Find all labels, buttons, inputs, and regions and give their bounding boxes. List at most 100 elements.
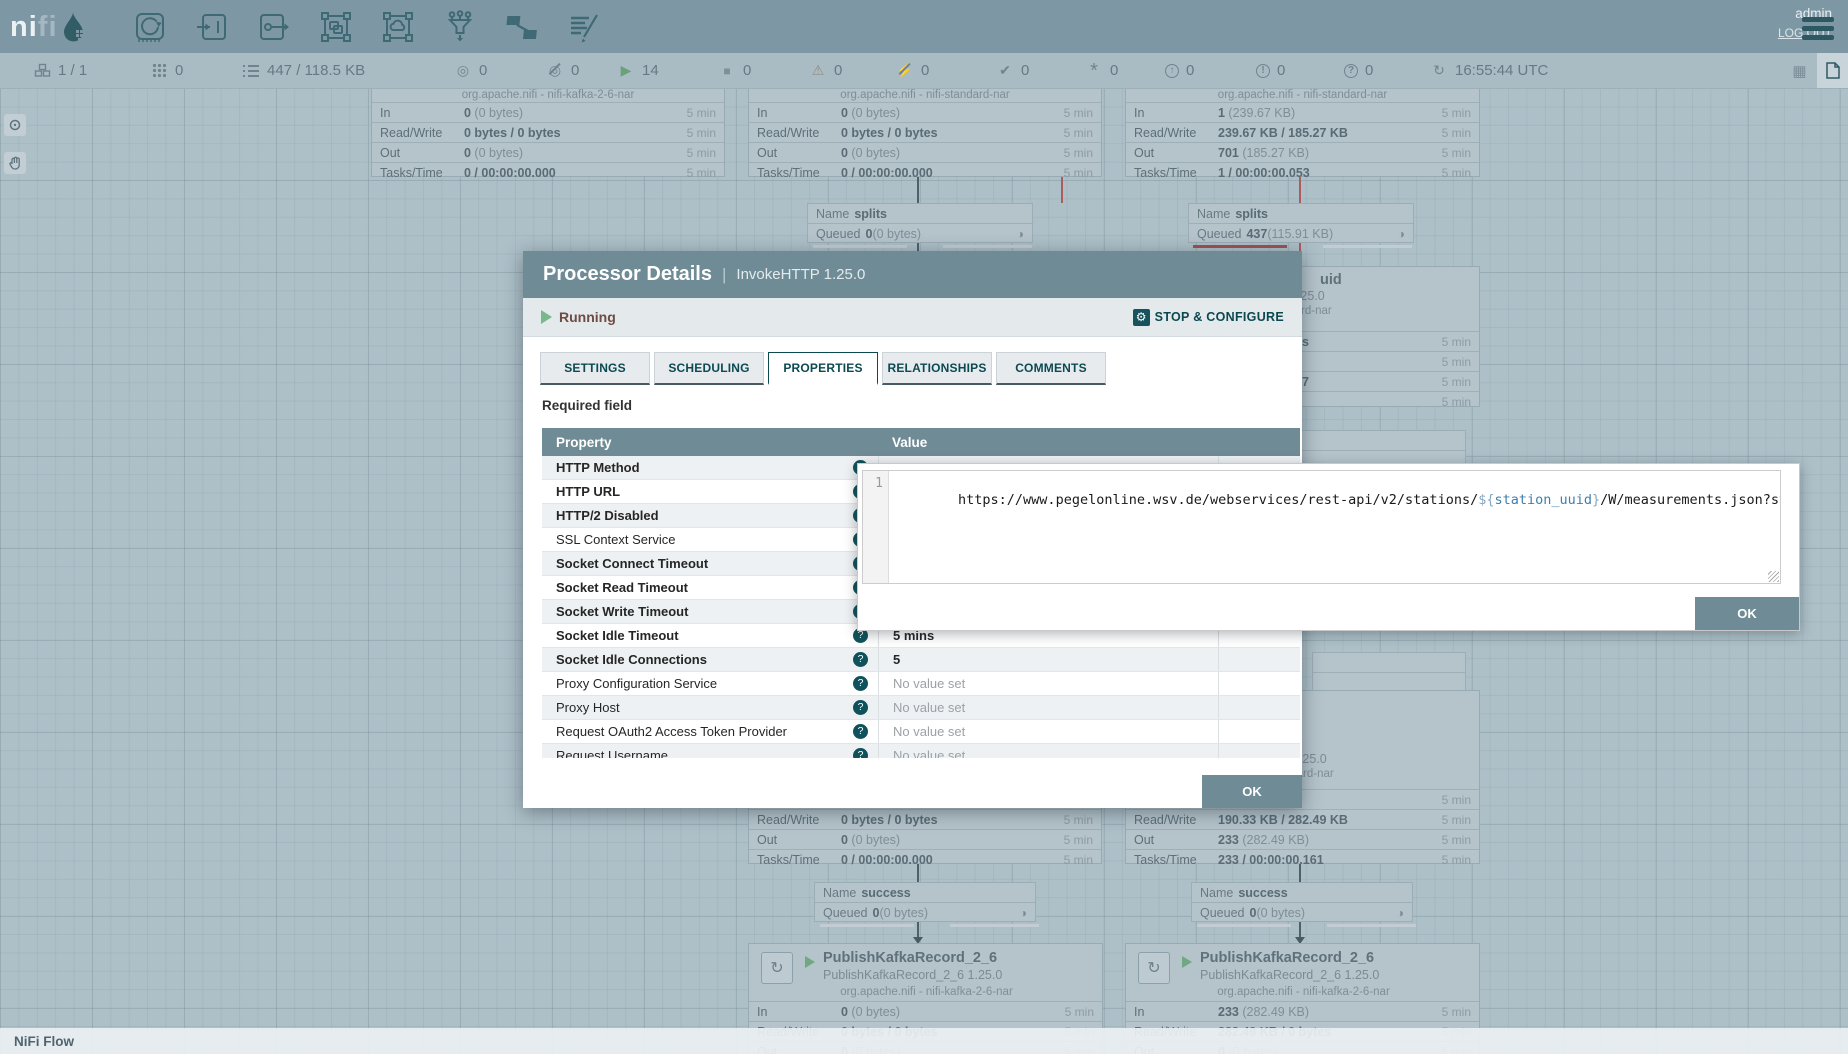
- required-field-note: Required field: [542, 398, 632, 413]
- property-name: Socket Idle Connections: [556, 652, 707, 667]
- status-up-to-date: ✔ 0: [996, 53, 1029, 88]
- operate-palette-button[interactable]: [4, 152, 26, 174]
- processor-header: ↻ PublishKafkaRecord_2_6 PublishKafkaRec…: [749, 944, 1102, 1001]
- property-row[interactable]: Request Username ? No value set: [542, 744, 1300, 758]
- breadcrumb[interactable]: NiFi Flow: [14, 1034, 74, 1049]
- status-stale: ↑ 0: [1165, 53, 1194, 88]
- processor-bundle: org.apache.nifi - nifi-kafka-2-6-nar: [1126, 986, 1481, 999]
- property-row[interactable]: Proxy Configuration Service ? No value s…: [542, 672, 1300, 696]
- dialog-title-separator: |: [722, 265, 726, 285]
- connection-label-success-right[interactable]: Namesuccess Queued0 (0 bytes)◑: [1191, 882, 1413, 922]
- queue-percent-bar: [1323, 245, 1412, 248]
- connection-label-splits-right[interactable]: Namesplits Queued437 (115.91 KB)◑: [1188, 203, 1414, 243]
- value-editor-input[interactable]: https://www.pegelonline.wsv.de/webservic…: [889, 471, 1780, 583]
- processor-name: PublishKafkaRecord_2_6: [1200, 950, 1374, 966]
- stat-row: Tasks/Time 1 / 00:00:00.053 5 min: [1126, 162, 1479, 182]
- property-row[interactable]: Request OAuth2 Access Token Provider ? N…: [542, 720, 1300, 744]
- flow-summary-button[interactable]: [1817, 53, 1848, 88]
- status-refresh[interactable]: ↻ 16:55:44 UTC: [1430, 53, 1548, 88]
- asterisk-icon: *: [1085, 66, 1103, 76]
- help-icon[interactable]: ?: [853, 748, 868, 758]
- not-transmitting-icon: ◎: [546, 62, 564, 79]
- disabled-icon: ⚡: [896, 62, 914, 79]
- drag-funnel-icon[interactable]: [441, 9, 479, 45]
- status-stopped: ■ 0: [718, 53, 751, 88]
- stat-row: Read/Write 0 bytes / 0 bytes 5 min: [749, 809, 1101, 829]
- url-segment: station_uuid: [1494, 492, 1592, 508]
- dialog-tabs: SETTINGS SCHEDULING PROPERTIES RELATIONS…: [540, 352, 1110, 385]
- question-icon: ?: [1344, 64, 1358, 78]
- property-row-end: [1218, 744, 1300, 758]
- queued-list-icon: [242, 64, 260, 78]
- queue-fill-icon: ◑: [1020, 906, 1027, 920]
- stat-row: Out 233 (282.49 KB) 5 min: [1126, 829, 1479, 849]
- help-icon[interactable]: ?: [853, 652, 868, 667]
- property-name: Proxy Host: [556, 700, 620, 715]
- drag-process-group-icon[interactable]: [317, 9, 355, 45]
- dialog-subtitle: InvokeHTTP 1.25.0: [736, 266, 865, 283]
- queue-fill-icon: ◑: [1397, 906, 1404, 920]
- birdseye-toggle-button[interactable]: ▦: [1783, 62, 1817, 80]
- resize-handle[interactable]: [1768, 571, 1779, 582]
- drag-remote-process-group-icon[interactable]: [379, 9, 417, 45]
- property-row-end: [1218, 648, 1300, 671]
- processor-type-version: PublishKafkaRecord_2_6 1.25.0: [1200, 968, 1379, 982]
- stat-row: Read/Write 0 bytes / 0 bytes 5 min: [372, 122, 724, 142]
- navigate-palette-button[interactable]: [4, 114, 26, 136]
- property-row[interactable]: Proxy Host ? No value set: [542, 696, 1300, 720]
- stat-row: In 0 (0 bytes) 5 min: [749, 102, 1101, 122]
- connection-line: [917, 177, 919, 203]
- warning-icon: ⚠: [809, 62, 827, 79]
- crosshair-icon: [8, 118, 22, 132]
- stat-row: Out 0 (0 bytes) 5 min: [749, 142, 1101, 162]
- tab[interactable]: SETTINGS: [540, 352, 650, 385]
- breadcrumb-bar: NiFi Flow: [0, 1028, 1848, 1054]
- property-value[interactable]: 5: [878, 648, 1218, 671]
- tab[interactable]: COMMENTS: [996, 352, 1106, 385]
- drag-processor-icon[interactable]: [131, 9, 169, 45]
- gear-icon: ⚙: [1133, 309, 1150, 326]
- value-editor-ok-button[interactable]: OK: [1695, 597, 1799, 630]
- url-segment: https://www.pegelonline.wsv.de/webservic…: [958, 492, 1478, 508]
- queue-percent-bar-red: [1193, 245, 1287, 248]
- property-value[interactable]: No value set: [878, 720, 1218, 743]
- property-value[interactable]: No value set: [878, 744, 1218, 758]
- processor-bundle: org.apache.nifi - nifi-kafka-2-6-nar: [749, 986, 1104, 999]
- line-number: 1: [875, 476, 883, 491]
- help-icon[interactable]: ?: [853, 700, 868, 715]
- threads-grid-icon: [150, 63, 168, 78]
- processor-type-icon: ↻: [1138, 952, 1170, 984]
- queue-percent-bar: [1327, 924, 1416, 927]
- help-icon[interactable]: ?: [853, 676, 868, 691]
- connection-label-splits-left[interactable]: Namesplits Queued0 (0 bytes)◑: [807, 203, 1033, 243]
- property-column-header: Property: [542, 435, 878, 450]
- status-bar: 1 / 1 0 447 / 118.5 KB ◎ 0 ◎ 0 ▶ 14 ■ 0 …: [0, 53, 1848, 89]
- properties-table-header: Property Value: [542, 428, 1300, 456]
- drag-template-icon[interactable]: [503, 9, 541, 45]
- stat-row: Read/Write 0 bytes / 0 bytes 5 min: [749, 122, 1101, 142]
- line-number-gutter: 1: [863, 471, 889, 583]
- stat-row: Out 701 (185.27 KB) 5 min: [1126, 142, 1479, 162]
- tab[interactable]: RELATIONSHIPS: [882, 352, 992, 385]
- help-icon[interactable]: ?: [853, 724, 868, 739]
- property-row[interactable]: Socket Idle Connections ? 5: [542, 648, 1300, 672]
- property-name: HTTP/2 Disabled: [556, 508, 659, 523]
- exclamation-icon: !: [1256, 64, 1270, 78]
- drag-input-port-icon[interactable]: [193, 9, 231, 45]
- dialog-ok-button[interactable]: OK: [1202, 775, 1302, 808]
- tab[interactable]: SCHEDULING: [654, 352, 764, 385]
- stat-row: Tasks/Time 0 / 00:00:00.000 5 min: [749, 162, 1101, 182]
- stop-and-configure-button[interactable]: ⚙ STOP & CONFIGURE: [1133, 309, 1284, 326]
- drag-output-port-icon[interactable]: [255, 9, 293, 45]
- property-value[interactable]: No value set: [878, 696, 1218, 719]
- connection-line-red: [1061, 177, 1063, 203]
- queue-fill-icon: ◑: [1017, 227, 1024, 241]
- transmitting-icon: ◎: [454, 62, 472, 79]
- status-transmitting: ◎ 0: [454, 53, 487, 88]
- stat-row: In 233 (282.49 KB) 5 min: [1126, 1001, 1479, 1021]
- connection-label-success-left[interactable]: Namesuccess Queued0 (0 bytes)◑: [814, 882, 1036, 922]
- global-menu-button[interactable]: [1802, 13, 1836, 44]
- drag-label-icon[interactable]: [565, 9, 603, 45]
- property-value[interactable]: No value set: [878, 672, 1218, 695]
- tab[interactable]: PROPERTIES: [768, 352, 878, 385]
